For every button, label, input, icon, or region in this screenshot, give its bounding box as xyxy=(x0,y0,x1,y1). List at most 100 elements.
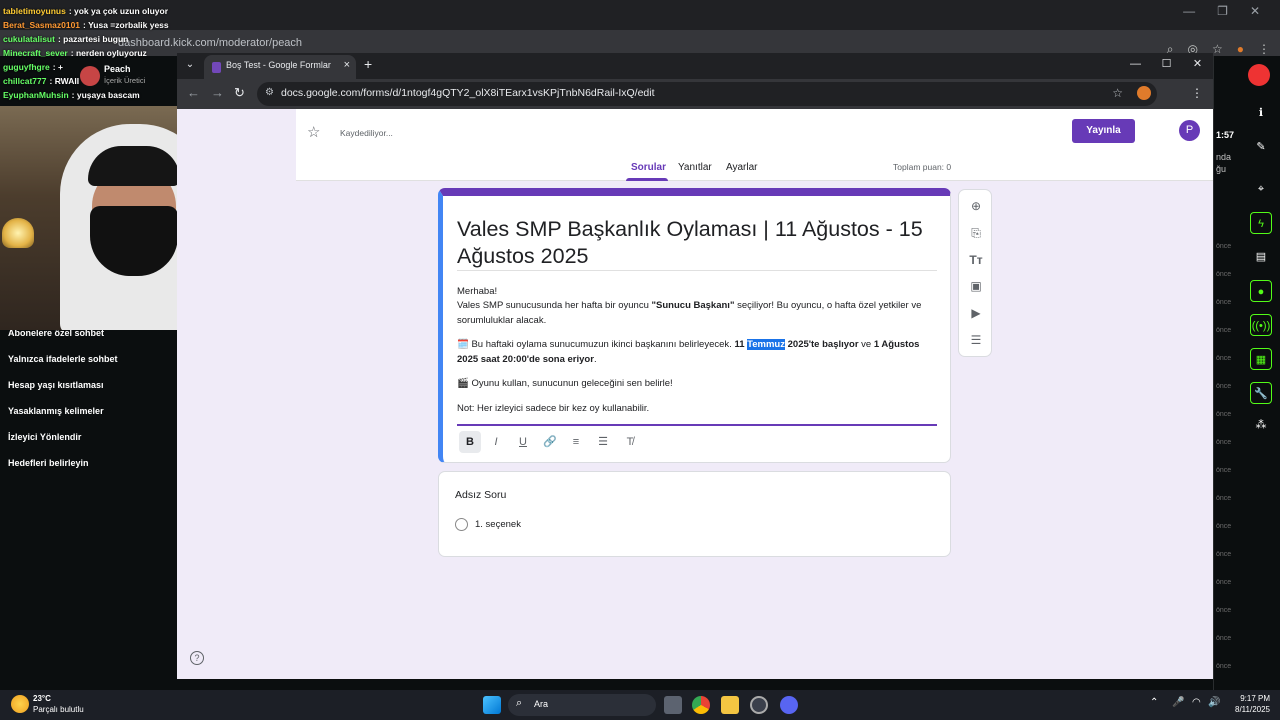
tab-forms[interactable]: Boş Test - Google Formlar × xyxy=(204,55,356,79)
kick-panel-text: nda xyxy=(1216,152,1232,162)
wifi-icon[interactable]: ◠ xyxy=(1192,697,1201,708)
arrow-left-icon[interactable]: ← xyxy=(187,85,200,100)
desc-text: 🗓️ Bu haftaki oylama sunucumuzun ikinci … xyxy=(457,339,735,350)
chat-username: chillcat777 xyxy=(3,76,47,86)
chat-message: cukulatalisut: pazartesi bugun xyxy=(3,34,129,44)
link-icon[interactable]: 🔗 xyxy=(539,431,561,453)
question-card[interactable]: Adsız Soru 1. seçenek xyxy=(438,471,951,557)
publish-button[interactable]: Yayınla xyxy=(1072,119,1135,143)
nodes-icon[interactable]: ⁂ xyxy=(1250,414,1272,436)
reload-icon[interactable]: ↻ xyxy=(234,85,245,101)
description-line[interactable]: Merhaba! xyxy=(457,285,937,300)
close-tab-icon[interactable]: × xyxy=(344,59,350,71)
add-video-icon[interactable]: ▶ xyxy=(966,303,986,323)
form-title-card[interactable]: Vales SMP Başkanlık Oylaması | 11 Ağusto… xyxy=(438,188,951,463)
new-tab-icon[interactable]: + xyxy=(364,56,372,72)
target-icon[interactable]: ⌖ xyxy=(1250,178,1272,200)
selected-text: Temmuz xyxy=(747,339,785,350)
bold-button[interactable]: B xyxy=(459,431,481,453)
question-title[interactable]: Adsız Soru xyxy=(455,489,506,501)
menu-item-goals[interactable]: Hedefleri belirleyin xyxy=(0,450,178,476)
bulleted-list-icon[interactable]: ☰ xyxy=(592,431,614,453)
form-title[interactable]: Vales SMP Başkanlık Oylaması | 11 Ağusto… xyxy=(457,216,937,270)
kick-time-ago: önce xyxy=(1216,411,1232,418)
discord-icon[interactable] xyxy=(780,696,798,714)
lightning-icon[interactable]: ϟ xyxy=(1250,212,1272,234)
windows-start-icon[interactable] xyxy=(483,696,501,714)
add-image-icon[interactable]: ▣ xyxy=(966,276,986,296)
kebab-menu-icon[interactable]: ⋮ xyxy=(1191,86,1203,100)
kick-time: 1:57 xyxy=(1216,130,1235,140)
maximize-icon[interactable]: ☐ xyxy=(1151,53,1182,77)
floating-toolbar: ⊕ ⎘ Tт ▣ ▶ ☰ xyxy=(958,189,992,357)
chat-text: + xyxy=(57,62,63,72)
menu-item-banned-words[interactable]: Yasaklanmış kelimeler xyxy=(0,398,178,424)
desc-bold: 11 xyxy=(734,339,748,350)
search-icon: ⌕ xyxy=(516,697,523,709)
weather-icon[interactable] xyxy=(11,695,29,713)
broadcast-icon[interactable]: ((•)) xyxy=(1250,314,1272,336)
site-settings-icon[interactable]: ⚙ xyxy=(265,87,274,98)
lamp xyxy=(2,218,34,248)
desc-bold: "Sunucu Başkanı" xyxy=(651,300,735,311)
kick-record-icon[interactable] xyxy=(1248,64,1270,86)
document-icon[interactable]: ▤ xyxy=(1250,246,1272,268)
menu-item-emote-only[interactable]: Yalnızca ifadelerle sohbet xyxy=(0,346,178,372)
numbered-list-icon[interactable]: ≡ xyxy=(565,431,587,453)
description-focus-underline xyxy=(457,424,937,426)
chrome-icon[interactable] xyxy=(692,696,710,714)
close-window-icon[interactable]: ✕ xyxy=(1182,53,1213,77)
tab-title: Boş Test - Google Formlar xyxy=(226,60,331,70)
saving-status: Kaydediliyor... xyxy=(340,128,393,138)
italic-button[interactable]: I xyxy=(485,431,507,453)
list-icon[interactable]: ▦ xyxy=(1250,348,1272,370)
address-bar[interactable]: ⚙ docs.google.com/forms/d/1ntogf4gQTY2_o… xyxy=(257,82,1157,106)
menu-item-redirect[interactable]: İzleyici Yönlendir xyxy=(0,424,178,450)
arrow-right-icon[interactable]: → xyxy=(211,85,224,100)
task-view-icon[interactable] xyxy=(664,696,682,714)
option-label[interactable]: 1. seçenek xyxy=(475,519,521,530)
star-icon[interactable]: ☆ xyxy=(307,123,320,141)
system-clock[interactable]: 9:17 PM 8/11/2025 xyxy=(1235,693,1270,715)
underline-button[interactable]: U xyxy=(512,431,534,453)
add-question-icon[interactable]: ⊕ xyxy=(966,196,986,216)
help-icon[interactable]: ? xyxy=(190,651,204,665)
background-window-controls[interactable]: — ❐ ✕ xyxy=(1183,4,1280,18)
chat-message: guguyfhgre: + xyxy=(3,62,63,72)
weather-status: Parçalı bulutlu xyxy=(33,705,84,714)
taskbar-search[interactable]: ⌕ Ara xyxy=(508,694,656,716)
volume-icon[interactable]: 🔊 xyxy=(1208,697,1220,708)
tray-overflow-icon[interactable]: ⌃ xyxy=(1150,697,1158,708)
description-line[interactable]: 🎬 Oyunu kullan, sunucunun geleceğini sen… xyxy=(457,377,937,392)
import-questions-icon[interactable]: ⎘ xyxy=(966,223,986,243)
microphone-icon[interactable]: 🎤 xyxy=(1172,697,1184,708)
desc-text: ve xyxy=(858,339,874,350)
wrench-icon[interactable]: 🔧 xyxy=(1250,382,1272,404)
info-icon[interactable]: ℹ xyxy=(1250,102,1272,124)
pencil-icon[interactable]: ✎ xyxy=(1250,136,1272,158)
chat-icon[interactable]: ● xyxy=(1250,280,1272,302)
minimize-icon[interactable]: — xyxy=(1120,53,1151,77)
avatar[interactable]: P xyxy=(1179,120,1200,141)
description-line[interactable]: Not: Her izleyici sadece bir kez oy kull… xyxy=(457,402,937,417)
tab-search-icon[interactable]: ⌄ xyxy=(182,57,198,73)
radio-option[interactable] xyxy=(455,518,468,531)
description-paragraph[interactable]: 🗓️ Bu haftaki oylama sunucumuzun ikinci … xyxy=(457,338,937,367)
menu-item-account-age[interactable]: Hesap yaşı kısıtlaması xyxy=(0,372,178,398)
chat-text: RWAII xyxy=(54,76,80,86)
steam-icon[interactable] xyxy=(750,696,768,714)
extension-icon[interactable] xyxy=(1137,86,1151,100)
description-paragraph[interactable]: Vales SMP sunucusunda her hafta bir oyun… xyxy=(457,299,937,328)
tab-questions[interactable]: Sorular xyxy=(631,162,666,173)
file-explorer-icon[interactable] xyxy=(721,696,739,714)
bookmark-star-icon[interactable]: ☆ xyxy=(1112,86,1123,100)
tab-responses[interactable]: Yanıtlar xyxy=(678,162,712,173)
add-title-icon[interactable]: Tт xyxy=(966,250,986,270)
kick-time-ago: önce xyxy=(1216,467,1232,474)
kick-time-ago: önce xyxy=(1216,271,1232,278)
chat-username: Berat_Sasmaz0101 xyxy=(3,20,81,30)
tab-settings[interactable]: Ayarlar xyxy=(726,162,758,173)
add-section-icon[interactable]: ☰ xyxy=(966,330,986,350)
clear-formatting-icon[interactable]: T̸ xyxy=(619,431,641,453)
chat-username: guguyfhgre xyxy=(3,62,50,72)
